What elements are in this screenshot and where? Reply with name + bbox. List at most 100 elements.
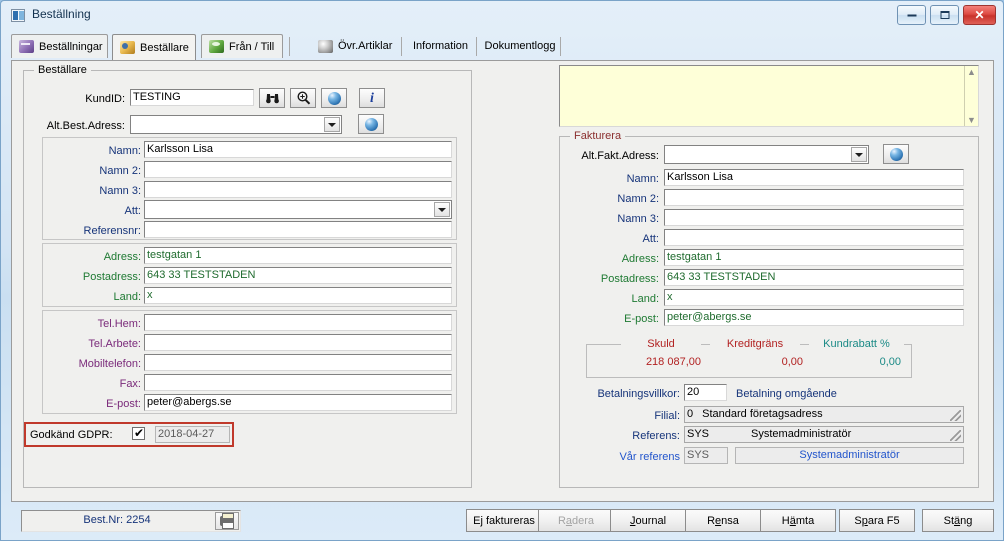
notes-scrollbar[interactable]: ▲ ▼ [964,66,978,126]
skuld-header: Skuld [621,338,701,350]
skuld-value: 218 087,00 [645,356,701,368]
postadress-input[interactable]: 643 33 TESTSTADEN [144,267,452,284]
kreditgrans-header: Kreditgräns [710,338,800,350]
fakt-postadress-input[interactable]: 643 33 TESTSTADEN [664,269,964,286]
customer-icon [120,41,135,54]
zoom-lookup-button[interactable] [290,88,316,108]
tab-separator [401,37,402,56]
referens-label: Referens: [632,430,680,442]
close-dialog-button[interactable]: Stäng [922,509,994,532]
namn2-input[interactable] [144,161,452,178]
fakt-namn-input[interactable]: Karlsson Lisa [664,169,964,186]
alt-address-combo[interactable] [130,115,342,134]
att-combo[interactable] [144,200,452,219]
fakt-web-lookup-button[interactable] [883,144,909,164]
button-label: Spara F5 [854,514,900,527]
fakt-adress-input[interactable]: testgatan 1 [664,249,964,266]
notes-textarea[interactable]: ▲ ▼ [559,65,979,127]
bestallare-group-title: Beställare [34,64,91,76]
fakt-epost-input[interactable]: peter@abergs.se [664,309,964,326]
chevron-down-icon[interactable]: ▼ [967,114,976,126]
gdpr-label: Godkänd GDPR: [30,429,113,441]
fakt-epost-label: E-post: [624,313,659,325]
tab-ovr-artiklar[interactable]: Övr.Artiklar [311,34,401,58]
contact-panel: Tel.Hem: Tel.Arbete: Mobiltelefon: Fax: … [42,310,457,414]
gdpr-checkbox[interactable] [132,426,145,440]
chevron-down-icon[interactable] [324,117,340,132]
print-button[interactable] [215,512,239,530]
fakt-namn2-input[interactable] [664,189,964,206]
fakt-land-label: Land: [631,293,659,305]
referensnr-label: Referensnr: [83,225,141,237]
resize-grip-icon [950,430,961,441]
chevron-down-icon[interactable] [851,147,867,162]
referens-field[interactable]: SYS Systemadministratör [684,426,964,443]
tab-dokumentlogg[interactable]: Dokumentlogg [480,34,560,58]
epost-input[interactable]: peter@abergs.se [144,394,452,411]
fakt-namn2-label: Namn 2: [617,193,659,205]
web-lookup-button[interactable] [321,88,347,108]
var-referens-label: Vår referens [619,451,680,463]
not-invoiced-button[interactable]: Ej faktureras [466,509,542,532]
fakt-namn3-input[interactable] [664,209,964,226]
att-label: Att: [124,205,141,217]
fax-input[interactable] [144,374,452,391]
filial-code: 0 [687,408,694,420]
alt-fakt-adress-combo[interactable] [664,145,869,164]
fakt-adress-label: Adress: [621,253,659,265]
kundid-label: KundID: [85,93,125,105]
referens-code: SYS [687,428,710,440]
epost-label: E-post: [106,398,141,410]
land-label: Land: [113,291,141,303]
tab-fran-till[interactable]: Från / Till [201,34,283,58]
tab-separator [476,37,477,56]
fetch-button[interactable]: Hämta [760,509,836,532]
namn3-input[interactable] [144,181,452,198]
tab-label: Övr.Artiklar [338,40,393,52]
fakt-land-input[interactable]: x [664,289,964,306]
order-number-label: Best.Nr: 2254 [83,514,151,526]
clear-button[interactable]: Rensa [685,509,761,532]
tab-separator [289,37,290,56]
betalningsvillkor-label: Betalningsvillkor: [597,388,680,400]
magnifier-icon [296,91,310,105]
tel-hem-label: Tel.Hem: [97,318,141,330]
fakt-namn-label: Namn: [626,173,659,185]
chevron-down-icon[interactable] [434,202,450,217]
title-bar: Beställning ✕ [1,1,1003,31]
save-button[interactable]: Spara F5 [839,509,915,532]
fromto-icon [209,40,224,53]
land-input[interactable]: x [144,287,452,304]
tel-hem-input[interactable] [144,314,452,331]
fakt-att-input[interactable] [664,229,964,246]
tab-bestallare[interactable]: Beställare [112,34,196,60]
credit-summary-panel: Skuld Kreditgräns Kundrabatt % 218 087,0… [586,338,912,378]
journal-button[interactable]: Journal [610,509,686,532]
adress-input[interactable]: testgatan 1 [144,247,452,264]
namn-input[interactable]: Karlsson Lisa [144,141,452,158]
name-panel: Namn: Karlsson Lisa Namn 2: Namn 3: Att:… [42,137,457,240]
tab-information[interactable]: Information [405,34,476,58]
binoculars-search-button[interactable] [259,88,285,108]
var-referens-code-input[interactable]: SYS [684,447,728,464]
minimize-button[interactable] [897,5,926,25]
betalningsvillkor-code-input[interactable]: 20 [684,384,727,401]
filial-field[interactable]: 0 Standard företagsadress [684,406,964,423]
chevron-up-icon[interactable]: ▲ [967,66,976,78]
info-button[interactable]: i [359,88,385,108]
close-window-button[interactable]: ✕ [963,5,996,25]
maximize-button[interactable] [930,5,959,25]
sphere-icon [318,39,333,53]
tab-label: Beställningar [39,40,103,53]
fax-label: Fax: [119,378,141,390]
referensnr-input[interactable] [144,221,452,238]
button-label: Rensa [707,514,739,527]
alt-address-web-button[interactable] [358,114,384,134]
address-panel: Adress: testgatan 1 Postadress: 643 33 T… [42,243,457,307]
mobiltelefon-input[interactable] [144,354,452,371]
kundid-input[interactable]: TESTING [130,89,254,106]
globe-icon [327,91,341,105]
button-label: Hämta [781,514,815,527]
tab-bestallningar[interactable]: Beställningar [11,34,108,58]
tel-arbete-input[interactable] [144,334,452,351]
